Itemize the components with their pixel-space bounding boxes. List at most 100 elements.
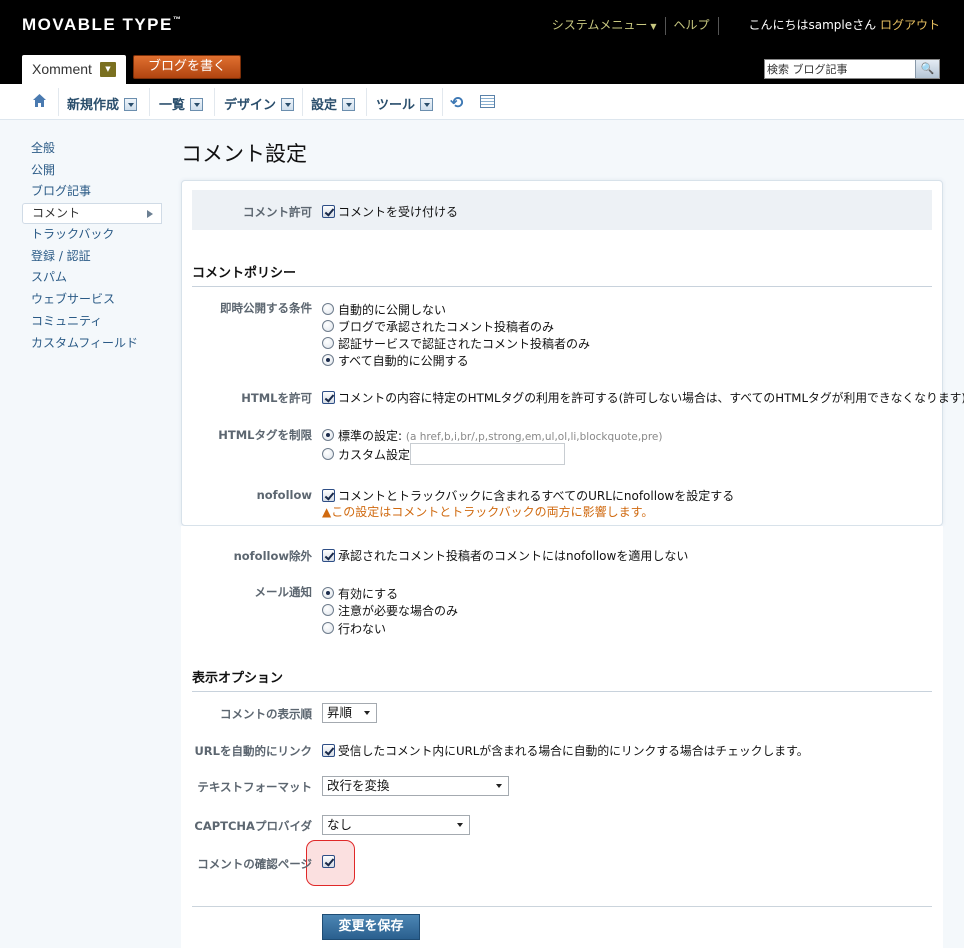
settings-panel — [181, 180, 943, 526]
immediate-option-1-label: ブログで承認されたコメント投稿者のみ — [338, 320, 555, 334]
menu-new-label: 新規作成 — [67, 98, 120, 113]
comment-permission-label: コメント許可 — [243, 205, 312, 219]
confirm-page-checkbox[interactable] — [322, 855, 335, 868]
menu-settings[interactable]: 設定 — [311, 94, 356, 113]
divider — [302, 88, 303, 116]
mail-notify-option-1-radio[interactable] — [322, 604, 334, 616]
sidebar-item-trackbacks[interactable]: トラックバック — [22, 224, 162, 246]
menu-list-label: 一覧 — [159, 98, 186, 113]
html-restrict-custom-radio[interactable] — [322, 448, 334, 460]
nofollow-checkbox[interactable] — [322, 489, 335, 502]
display-section-heading: 表示オプション — [192, 667, 932, 692]
page-title: コメント設定 — [181, 143, 307, 166]
html-restrict-label: HTMLタグを制限 — [218, 428, 312, 442]
menu-design-label: デザイン — [224, 98, 277, 113]
html-allow-text: コメントの内容に特定のHTMLタグの利用を許可する(許可しない場合は、すべてのH… — [338, 391, 964, 405]
captcha-label: CAPTCHAプロバイダ — [194, 819, 312, 833]
sidebar-item-custom-fields[interactable]: カスタムフィールド — [22, 333, 162, 355]
sidebar-item-entries[interactable]: ブログ記事 — [22, 181, 162, 203]
comment-order-select[interactable]: 昇順 — [322, 703, 377, 723]
divider — [192, 906, 932, 907]
menu-tools[interactable]: ツール — [376, 94, 434, 113]
chevron-down-icon[interactable] — [342, 98, 356, 111]
accept-comments-checkbox[interactable] — [322, 205, 335, 218]
search-box: 🔍 — [764, 59, 940, 79]
autolink-label: URLを自動的にリンク — [194, 744, 312, 758]
html-restrict-custom-label: カスタム設定: — [338, 448, 415, 462]
search-icon[interactable]: 🔍 — [915, 60, 939, 78]
divider — [58, 88, 59, 116]
divider — [366, 88, 367, 116]
nofollow-exclude-label: nofollow除外 — [233, 549, 312, 563]
warning-icon: ▲ — [322, 505, 332, 519]
home-icon[interactable] — [32, 93, 47, 108]
menu-design[interactable]: デザイン — [224, 94, 295, 113]
sidebar-item-web-services[interactable]: ウェブサービス — [22, 289, 162, 311]
menu-list[interactable]: 一覧 — [159, 94, 204, 113]
immediate-option-0-label: 自動的に公開しない — [338, 303, 447, 317]
text-format-select[interactable]: 改行を変換 — [322, 776, 509, 796]
blog-dropdown-icon[interactable]: ▼ — [100, 62, 116, 77]
immediate-option-2-radio[interactable] — [322, 337, 334, 349]
write-blog-button[interactable]: ブログを書く — [133, 55, 241, 79]
autolink-checkbox[interactable] — [322, 744, 335, 757]
nofollow-warning-text: この設定はコメントとトラックバックの両方に影響します。 — [331, 505, 654, 519]
accept-comments-label: コメントを受け付ける — [338, 205, 459, 219]
divider — [664, 16, 666, 35]
menu-new[interactable]: 新規作成 — [67, 94, 138, 113]
view-site-icon[interactable] — [480, 95, 495, 108]
blog-name: Xomment — [32, 61, 92, 77]
system-menu-link[interactable]: システムメニュー — [552, 18, 648, 32]
autolink-text: 受信したコメント内にURLが含まれる場合に自動的にリンクする場合はチェックします… — [338, 744, 809, 758]
logout-link[interactable]: ログアウト — [880, 18, 940, 32]
top-navigation: システムメニュー ▼ ヘルプ こんにちはsampleさん ログアウト — [552, 16, 940, 35]
immediate-option-3-radio[interactable] — [322, 354, 334, 366]
logo-text: MOVABLE TYPE — [22, 15, 173, 34]
mail-notify-option-1-label: 注意が必要な場合のみ — [338, 604, 459, 618]
menu-tools-label: ツール — [376, 98, 416, 113]
search-input[interactable] — [767, 61, 915, 77]
sidebar-item-community[interactable]: コミュニティ — [22, 311, 162, 333]
mail-notify-option-0-radio[interactable] — [322, 587, 334, 599]
mail-notify-option-2-label: 行わない — [338, 622, 387, 636]
chevron-down-icon[interactable] — [281, 98, 295, 111]
html-restrict-default-label: 標準の設定: — [338, 429, 403, 443]
nofollow-label: nofollow — [256, 488, 312, 502]
html-allow-label: HTMLを許可 — [241, 391, 312, 405]
captcha-select[interactable]: なし — [322, 815, 470, 835]
html-restrict-custom-field[interactable] — [410, 443, 565, 465]
sidebar-item-general[interactable]: 全般 — [22, 138, 162, 160]
movable-type-logo[interactable]: MOVABLE TYPE™ — [22, 15, 182, 35]
html-restrict-default-radio[interactable] — [322, 429, 334, 441]
sidebar-item-registration[interactable]: 登録 / 認証 — [22, 246, 162, 268]
sidebar-item-publish[interactable]: 公開 — [22, 160, 162, 182]
nofollow-text: コメントとトラックバックに含まれるすべてのURLにnofollowを設定する — [338, 489, 735, 503]
sidebar-item-comments[interactable]: コメント — [22, 203, 162, 225]
html-restrict-default-hint: (a href,b,i,br/,p,strong,em,ul,ol,li,blo… — [405, 431, 663, 443]
html-allow-checkbox[interactable] — [322, 391, 335, 404]
nofollow-warning: ▲この設定はコメントとトラックバックの両方に影響します。 — [322, 503, 653, 520]
menu-settings-label: 設定 — [311, 98, 338, 113]
comment-order-label: コメントの表示順 — [220, 707, 312, 721]
blog-selector[interactable]: Xomment ▼ — [22, 55, 126, 84]
nofollow-exclude-checkbox[interactable] — [322, 549, 335, 562]
app-header: MOVABLE TYPE™ システムメニュー ▼ ヘルプ こんにちはsampleさん … — [0, 0, 964, 84]
confirm-page-label: コメントの確認ページ — [197, 857, 312, 871]
immediate-option-0-radio[interactable] — [322, 303, 334, 315]
text-format-label: テキストフォーマット — [197, 780, 312, 794]
refresh-icon[interactable]: ⟲ — [450, 93, 463, 112]
chevron-down-icon[interactable] — [190, 98, 204, 111]
mail-notify-label: メール通知 — [254, 585, 313, 599]
mail-notify-option-2-radio[interactable] — [322, 622, 334, 634]
immediate-option-1-radio[interactable] — [322, 320, 334, 332]
system-menu-dropdown-icon[interactable]: ▼ — [650, 22, 656, 31]
chevron-down-icon[interactable] — [124, 98, 138, 111]
save-changes-button[interactable]: 変更を保存 — [322, 914, 420, 940]
divider — [149, 88, 150, 116]
comment-order-value: 昇順 — [327, 705, 353, 720]
chevron-down-icon[interactable] — [420, 98, 434, 111]
immediate-option-2-label: 認証サービスで認証されたコメント投稿者のみ — [338, 337, 591, 351]
policy-section-heading: コメントポリシー — [192, 262, 932, 287]
sidebar-item-spam[interactable]: スパム — [22, 267, 162, 289]
help-link[interactable]: ヘルプ — [674, 18, 710, 32]
